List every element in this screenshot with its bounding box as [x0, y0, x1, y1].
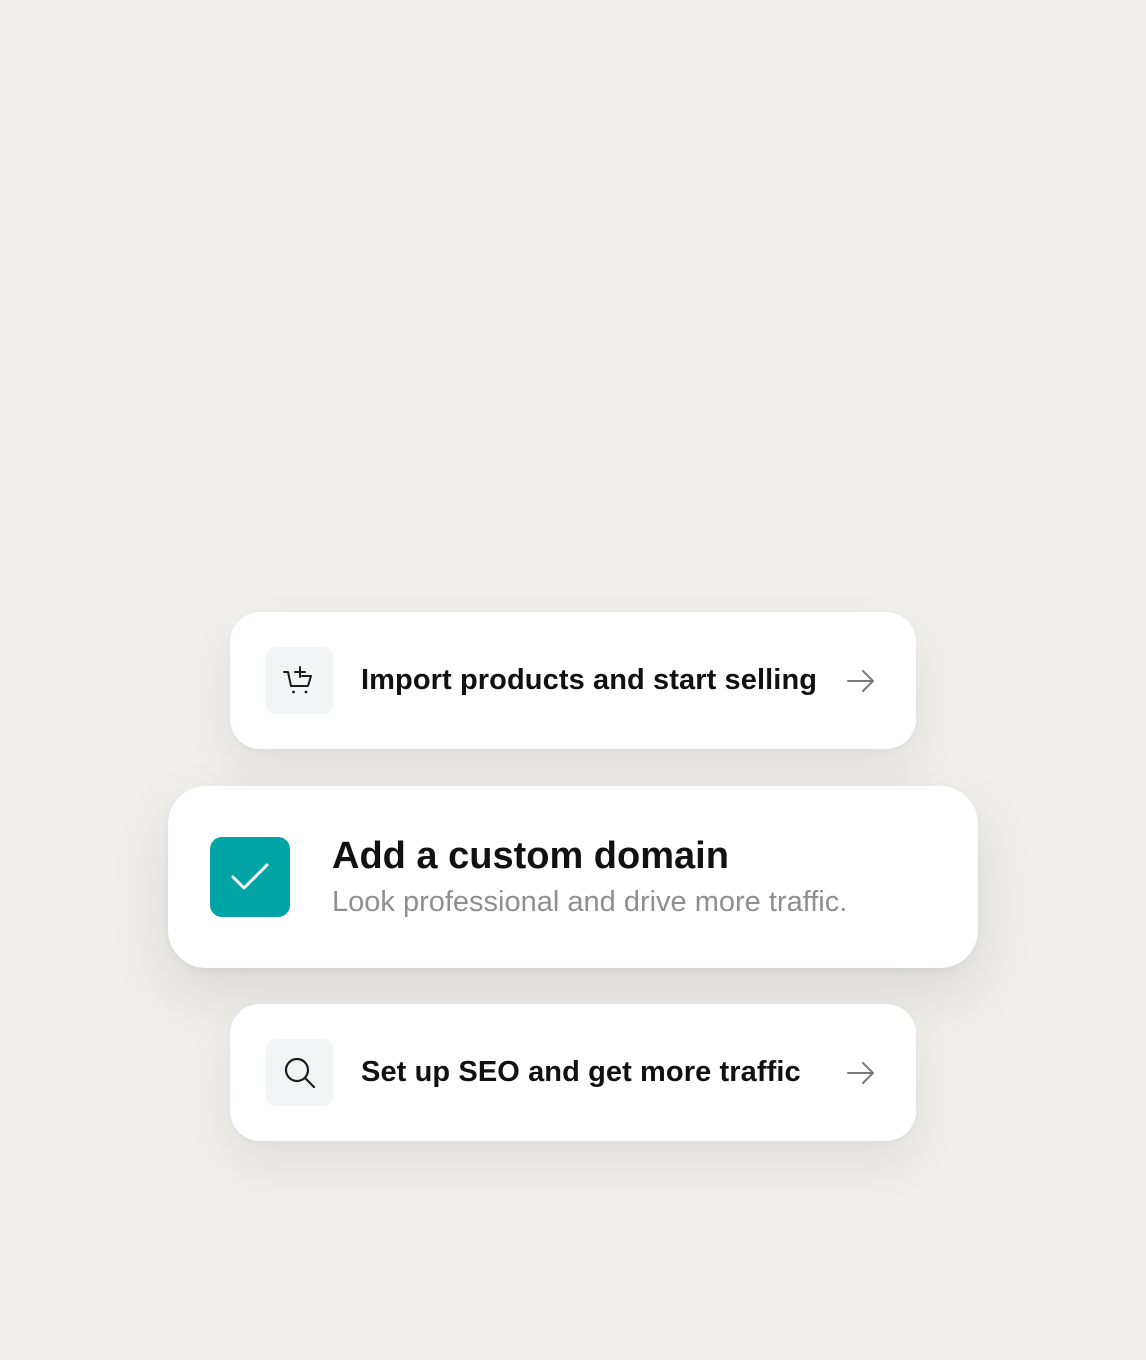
seo-label: Set up SEO and get more traffic — [361, 1056, 801, 1088]
custom-domain-subtitle: Look professional and drive more traffic… — [332, 886, 848, 918]
custom-domain-title: Add a custom domain — [332, 835, 729, 877]
search-icon — [266, 1039, 333, 1106]
import-products-task-card[interactable]: Import products and start selling — [230, 612, 916, 749]
arrow-right-icon[interactable] — [844, 664, 878, 698]
cart-plus-icon — [266, 647, 333, 714]
custom-domain-task-card[interactable]: Add a custom domain Look professional an… — [168, 786, 978, 968]
arrow-right-icon[interactable] — [844, 1056, 878, 1090]
import-products-label: Import products and start selling — [361, 664, 818, 696]
checkmark-icon — [210, 837, 290, 917]
custom-domain-text: Add a custom domain Look professional an… — [332, 833, 847, 921]
seo-task-card[interactable]: Set up SEO and get more traffic — [230, 1004, 916, 1141]
